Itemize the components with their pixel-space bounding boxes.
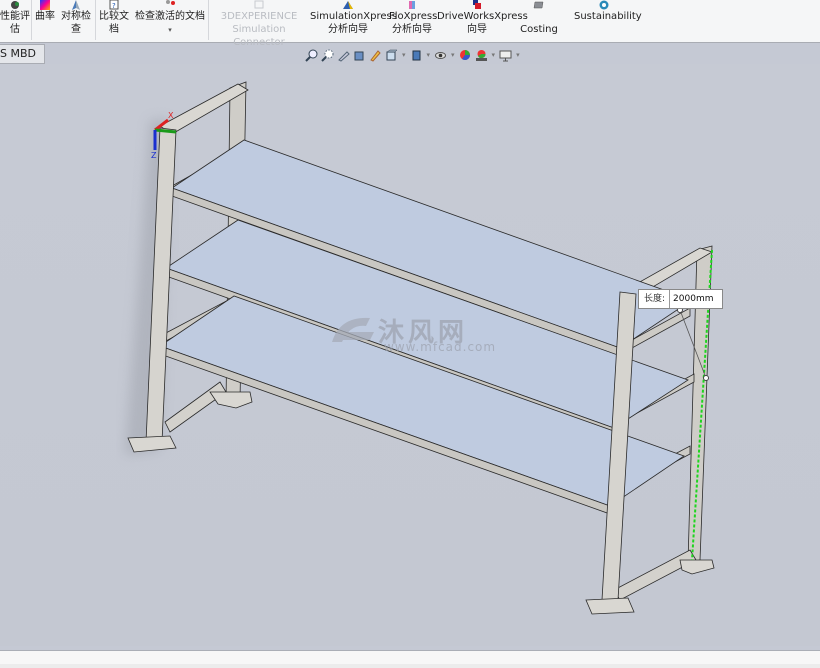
3dexperience-icon [254, 0, 264, 9]
symmetry-check-icon [72, 0, 80, 10]
hide-show-items-icon[interactable] [434, 49, 447, 62]
ribbon-floxpress[interactable]: FloXpress 分析向导 [389, 0, 437, 36]
section-view-icon[interactable] [353, 49, 366, 62]
chevron-down-icon[interactable]: ▾ [402, 51, 406, 59]
floxpress-icon [409, 1, 415, 9]
watermark: 沐风网 www.mfcad.com [330, 312, 495, 356]
ribbon-driveworksxpress[interactable]: DriveWorksXpress 向导 [437, 0, 528, 36]
edit-appearance-icon[interactable] [459, 49, 472, 62]
leader-anchor [703, 375, 709, 381]
ribbon-3dexperience-simulation-connector[interactable]: 3DEXPERIENCE Simulation Connector [210, 0, 308, 49]
zoom-to-area-icon[interactable] [321, 49, 334, 62]
dimension-label: 长度: [639, 290, 671, 308]
simulationxpress-icon [343, 1, 353, 9]
ribbon-compare-documents[interactable]: ? 比较文档 [97, 0, 131, 36]
driveworksxpress-icon [473, 0, 481, 9]
tab-mbd[interactable]: S MBD [0, 44, 45, 64]
graphics-area[interactable]: X Z [0, 64, 820, 646]
command-manager-ribbon: 性能评估 曲率 对称检查 ? 比较文档 检查激活的文档 ▾ 3DEXPERIENC… [0, 0, 820, 48]
compare-documents-icon: ? [109, 0, 119, 10]
costing-icon [533, 1, 544, 9]
foot-plate-front-right [585, 597, 635, 615]
ribbon-separator [95, 0, 96, 40]
heads-up-view-toolbar: ▾ ▾ ▾ ▾ ▾ [305, 47, 521, 63]
view-settings-icon[interactable] [499, 49, 512, 62]
ribbon-costing[interactable]: Costing [519, 0, 559, 36]
ribbon-check-active-document[interactable]: 检查激活的文档 ▾ [133, 0, 207, 37]
ribbon-separator [208, 0, 209, 40]
ribbon-simulationxpress[interactable]: SimulationXpress 分析向导 [310, 0, 397, 36]
curvature-icon [40, 0, 50, 10]
view-orientation-icon[interactable] [385, 49, 398, 62]
ribbon-curvature[interactable]: 曲率 [34, 0, 56, 23]
svg-text:Z: Z [151, 151, 157, 160]
dimension-value[interactable]: 2000mm [670, 290, 721, 308]
display-style-icon[interactable] [410, 49, 423, 62]
chevron-down-icon[interactable]: ▾ [451, 51, 455, 59]
performance-evaluation-icon [11, 1, 19, 9]
chevron-down-icon[interactable]: ▾ [516, 51, 520, 59]
dynamic-annotation-view-icon[interactable] [369, 49, 382, 62]
apply-scene-icon[interactable] [475, 49, 488, 62]
zoom-to-fit-icon[interactable] [305, 49, 318, 62]
check-active-document-icon [166, 0, 175, 5]
sustainability-icon [599, 0, 609, 10]
dimension-callout[interactable]: 长度: 2000mm [638, 289, 723, 309]
ribbon-sustainability[interactable]: Sustainability [574, 0, 642, 23]
previous-view-icon[interactable] [337, 49, 350, 62]
chevron-down-icon[interactable]: ▾ [427, 51, 431, 59]
svg-text:X: X [168, 111, 174, 120]
svg-text:?: ? [112, 2, 116, 10]
chevron-down-icon[interactable]: ▾ [168, 26, 172, 34]
ribbon-separator [31, 0, 32, 40]
chevron-down-icon[interactable]: ▾ [492, 51, 496, 59]
ribbon-performance-evaluation[interactable]: 性能评估 [0, 0, 30, 36]
watermark-url: www.mfcad.com [384, 340, 497, 354]
ribbon-symmetry-check[interactable]: 对称检查 [60, 0, 92, 36]
bottom-edge [0, 664, 820, 668]
mfcad-logo-icon [332, 317, 374, 342]
